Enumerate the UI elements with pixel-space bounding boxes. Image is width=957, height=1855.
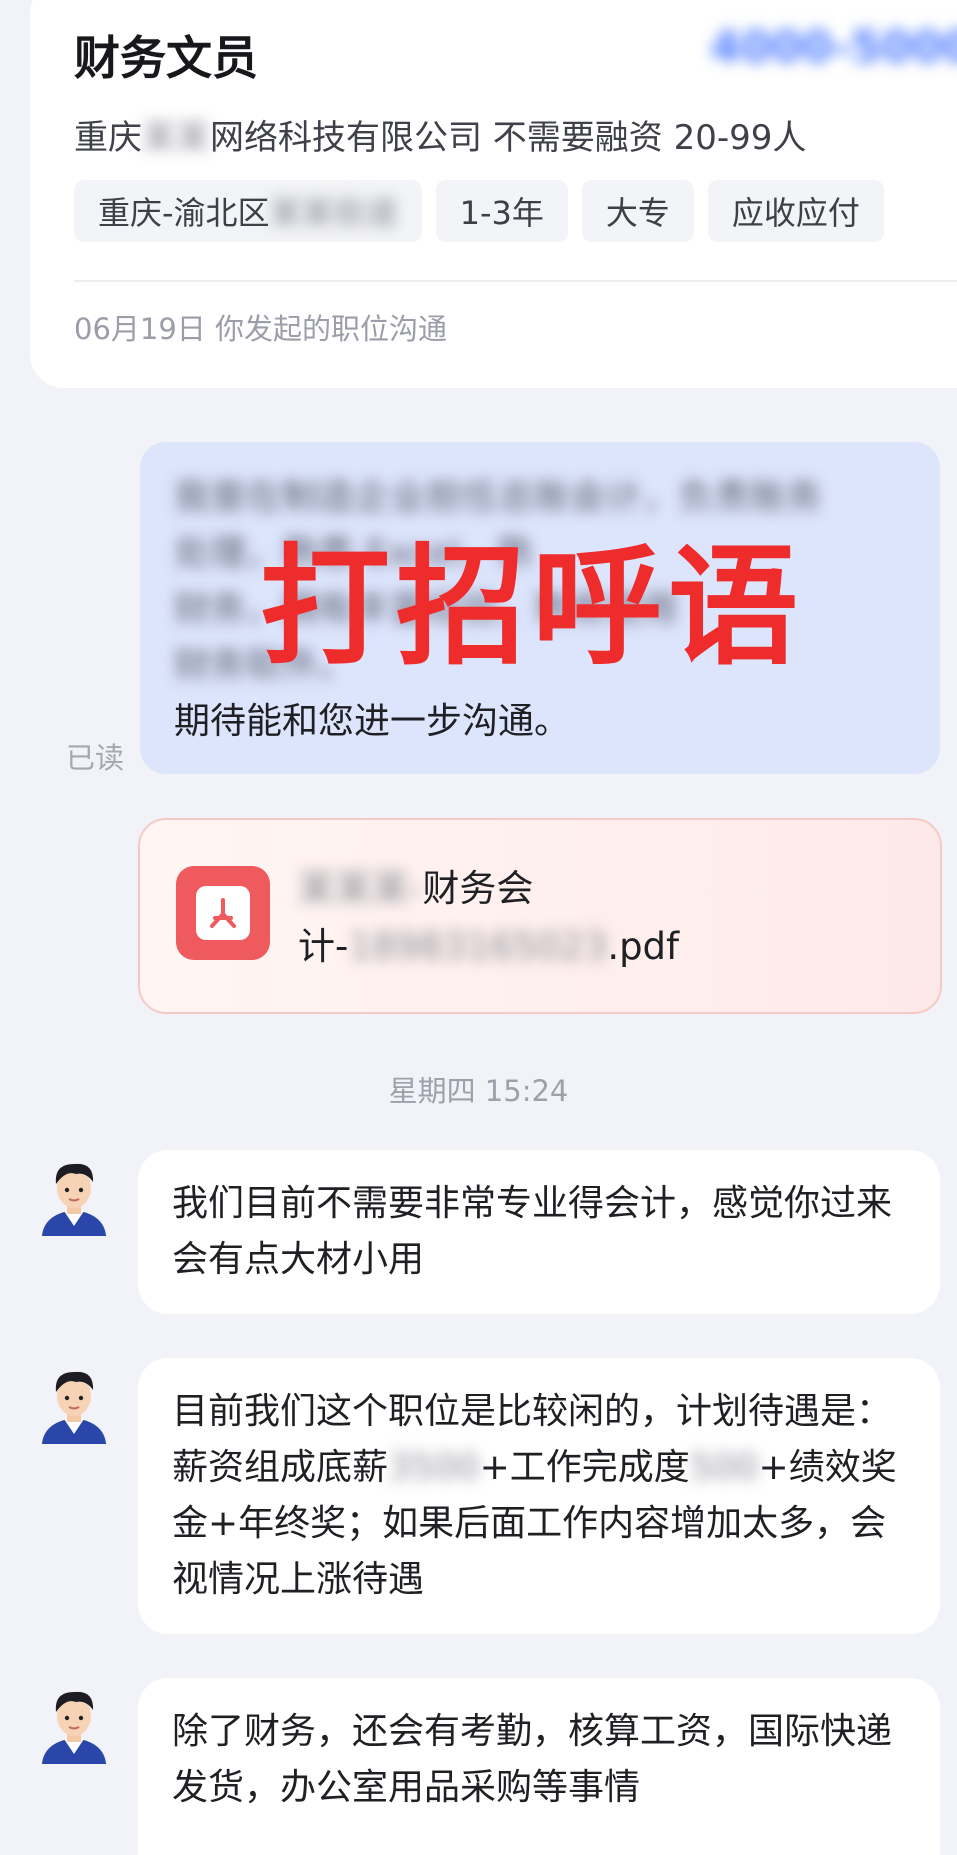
filename-ext: .pdf <box>607 925 680 968</box>
filename-part: 计- <box>298 925 349 968</box>
pdf-icon-inner <box>196 886 250 940</box>
job-card[interactable]: 财务文员 4000-5000 重庆某某网络科技有限公司 不需要融资 20-99人… <box>30 0 957 388</box>
greeting-overlay-label: 打招呼语 <box>260 531 805 683</box>
tag-education: 大专 <box>581 180 694 242</box>
tag-location-blurred: 某某街道 <box>269 194 398 232</box>
chat-origin-note: 06月19日 你发起的职位沟通 <box>74 312 448 346</box>
company-prefix: 重庆 <box>74 118 142 158</box>
message-blurred-amount: 500 <box>689 1447 759 1488</box>
acrobat-glyph-icon <box>210 898 236 928</box>
message-text: 目前我们这个职位是比较闲的，计划待遇是：薪资组成底薪3500+工作完成度500+… <box>172 1384 910 1608</box>
message-bubble[interactable]: 目前我们这个职位是比较闲的，计划待遇是：薪资组成底薪3500+工作完成度500+… <box>138 1358 940 1634</box>
resume-attachment[interactable]: 某某某-财务会 计-18983165023.pdf <box>138 818 942 1014</box>
avatar-icon <box>42 1163 106 1236</box>
job-tags: 重庆-渝北区 某某街道 1-3年 大专 应收应付 <box>74 180 884 242</box>
job-salary: 4000-5000 <box>710 22 957 73</box>
tag-experience-text: 1-3年 <box>459 194 544 232</box>
attachment-filename: 某某某-财务会 计-18983165023.pdf <box>298 860 718 976</box>
card-divider <box>74 280 957 282</box>
tag-education-text: 大专 <box>605 194 670 232</box>
tag-skill: 应收应付 <box>707 180 884 242</box>
pdf-icon <box>176 866 270 960</box>
company-info: 重庆某某网络科技有限公司 不需要融资 20-99人 <box>74 110 806 159</box>
company-blurred: 某某 <box>142 118 210 158</box>
greeting-bubble[interactable]: 我曾在制造企业担任总账会计，负责账务 处理，熟悉 Excel、熟 财务，拥有丰富… <box>140 442 940 774</box>
read-status: 已读 <box>66 741 125 775</box>
message-bubble[interactable]: 除了财务，还会有考勤，核算工资，国际快递发货，办公室用品采购等事情 <box>138 1678 940 1855</box>
avatar-icon <box>42 1371 106 1444</box>
tag-experience: 1-3年 <box>435 180 568 242</box>
filename-part: 财务会 <box>422 867 534 910</box>
message-text: 除了财务，还会有考勤，核算工资，国际快递发货，办公室用品采购等事情 <box>172 1711 893 1808</box>
recruiter-avatar[interactable] <box>36 1364 112 1444</box>
message-blurred-salary: 3500 <box>388 1447 480 1488</box>
message-bubble[interactable]: 我们目前不需要非常专业得会计，感觉你过来会有点大材小用 <box>138 1150 940 1314</box>
recruiter-avatar[interactable] <box>36 1156 112 1236</box>
tag-location: 重庆-渝北区 某某街道 <box>74 180 422 242</box>
tag-skill-text: 应收应付 <box>731 194 860 232</box>
avatar-icon <box>42 1691 106 1764</box>
job-title: 财务文员 <box>74 31 258 85</box>
message-segment: +工作完成度 <box>479 1447 690 1488</box>
filename-blurred-name: 某某某- <box>298 867 423 910</box>
message-text: 我们目前不需要非常专业得会计，感觉你过来会有点大材小用 <box>172 1183 893 1280</box>
company-suffix: 网络科技有限公司 不需要融资 20-99人 <box>210 118 807 158</box>
filename-blurred-phone: 18983165023 <box>348 925 608 968</box>
chat-timestamp: 星期四 15:24 <box>388 1074 569 1108</box>
tag-location-text: 重庆-渝北区 <box>98 194 270 232</box>
greeting-visible-line: 期待能和您进一步沟通。 <box>174 701 571 742</box>
recruiter-avatar[interactable] <box>36 1684 112 1764</box>
